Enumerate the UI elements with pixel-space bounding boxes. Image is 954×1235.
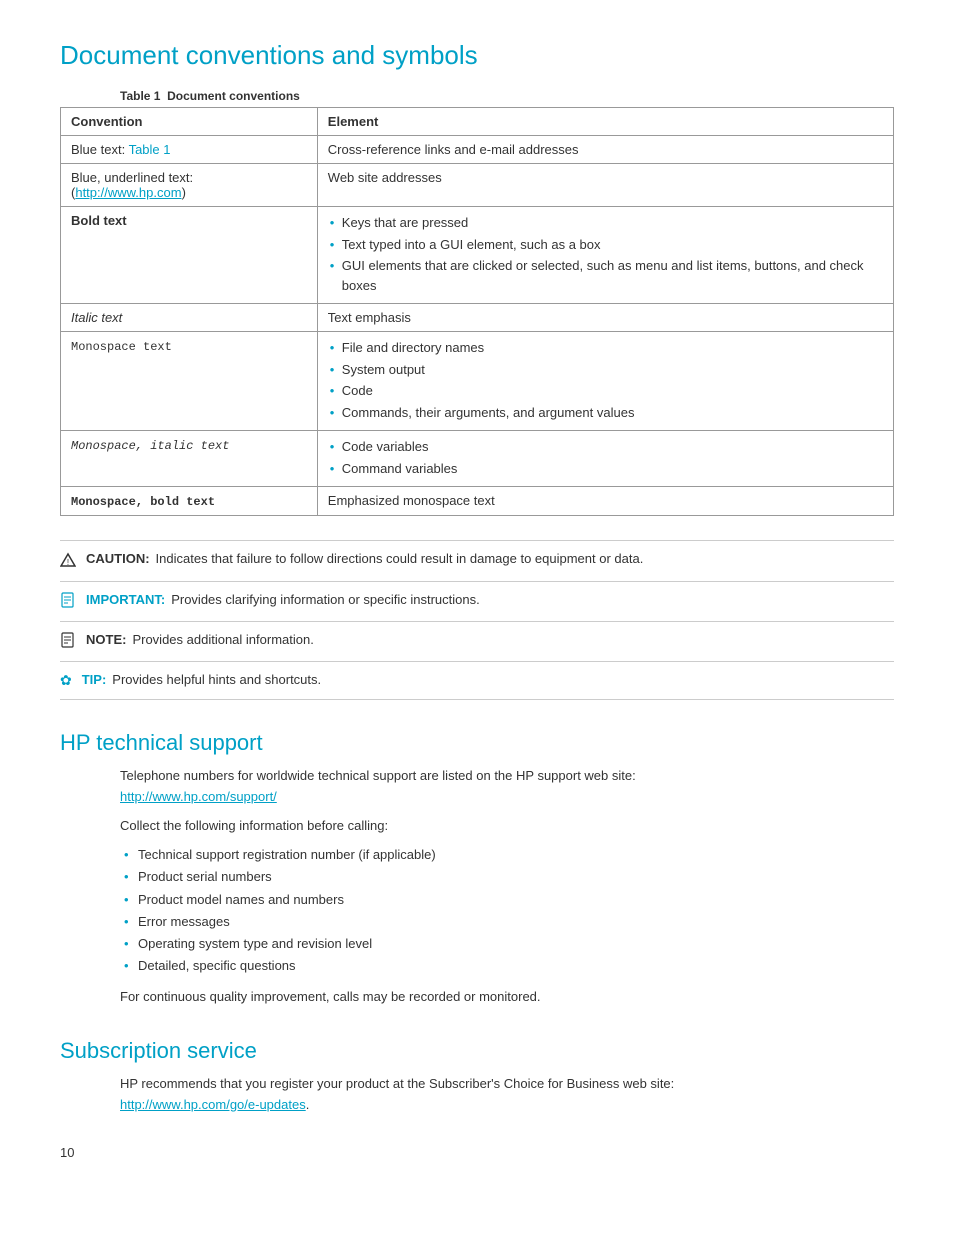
tip-label: TIP: <box>82 672 107 687</box>
caution-label: CAUTION: <box>86 551 150 566</box>
collect-text: Collect the following information before… <box>120 816 894 837</box>
hp-support-intro: Telephone numbers for worldwide technica… <box>120 766 894 808</box>
important-notice: IMPORTANT: Provides clarifying informati… <box>60 581 894 621</box>
quality-text: For continuous quality improvement, call… <box>120 987 894 1008</box>
list-item: File and directory names <box>328 338 883 358</box>
important-icon <box>60 592 76 611</box>
blue-link-table1[interactable]: Table 1 <box>129 142 171 157</box>
support-items-list: Technical support registration number (i… <box>120 844 894 977</box>
list-item: Technical support registration number (i… <box>120 844 894 866</box>
element-bold-list: Keys that are pressed Text typed into a … <box>317 207 893 304</box>
caution-icon: ! <box>60 552 76 571</box>
list-item: Commands, their arguments, and argument … <box>328 403 883 423</box>
subscription-title: Subscription service <box>60 1038 894 1064</box>
note-icon <box>60 632 76 651</box>
hp-support-url[interactable]: http://www.hp.com/support/ <box>120 789 277 804</box>
subscription-body: HP recommends that you register your pro… <box>120 1074 894 1116</box>
page-number: 10 <box>60 1145 894 1160</box>
list-item: Keys that are pressed <box>328 213 883 233</box>
element-text-emphasis: Text emphasis <box>317 304 893 332</box>
list-item: Code variables <box>328 437 883 457</box>
element-web-site: Web site addresses <box>317 164 893 207</box>
table-row: Bold text Keys that are pressed Text typ… <box>61 207 894 304</box>
notices-container: ! CAUTION: Indicates that failure to fol… <box>60 540 894 700</box>
list-item: Error messages <box>120 911 894 933</box>
note-notice: NOTE: Provides additional information. <box>60 621 894 661</box>
convention-monospace-bold: Monospace, bold text <box>61 487 318 516</box>
italic-text-sample: Italic text <box>71 310 122 325</box>
element-monospace-italic-list: Code variables Command variables <box>317 431 893 487</box>
bold-text-sample: Bold text <box>71 213 127 228</box>
convention-blue-underline: Blue, underlined text: (http://www.hp.co… <box>61 164 318 207</box>
triangle-warning-icon: ! <box>60 552 76 568</box>
page-title: Document conventions and symbols <box>60 40 894 71</box>
table-caption-text: Document conventions <box>167 89 300 103</box>
caution-text: Indicates that failure to follow directi… <box>156 551 644 566</box>
hp-support-body: Telephone numbers for worldwide technica… <box>120 766 894 1008</box>
subscription-text: HP recommends that you register your pro… <box>120 1074 894 1116</box>
table-caption-label: Table 1 <box>120 89 160 103</box>
element-cross-reference: Cross-reference links and e-mail address… <box>317 136 893 164</box>
blue-link-hp[interactable]: http://www.hp.com <box>75 185 181 200</box>
important-text: Provides clarifying information or speci… <box>171 592 480 607</box>
monospace-bold-sample: Monospace, bold text <box>71 495 215 509</box>
list-item: Code <box>328 381 883 401</box>
note-text: Provides additional information. <box>132 632 313 647</box>
convention-italic: Italic text <box>61 304 318 332</box>
table-row: Blue text: Table 1 Cross-reference links… <box>61 136 894 164</box>
tip-notice: ✿ TIP: Provides helpful hints and shortc… <box>60 661 894 700</box>
monospace-italic-sample: Monospace, italic text <box>71 439 229 453</box>
table-row: Monospace, italic text Code variables Co… <box>61 431 894 487</box>
caution-notice: ! CAUTION: Indicates that failure to fol… <box>60 540 894 581</box>
convention-monospace: Monospace text <box>61 332 318 431</box>
list-item: Product serial numbers <box>120 866 894 888</box>
table-row: Italic text Text emphasis <box>61 304 894 332</box>
monospace-text-sample: Monospace text <box>71 340 172 354</box>
convention-blue-link: Blue text: Table 1 <box>61 136 318 164</box>
list-item: Operating system type and revision level <box>120 933 894 955</box>
svg-text:!: ! <box>67 558 69 567</box>
table-row: Monospace text File and directory names … <box>61 332 894 431</box>
list-item: Detailed, specific questions <box>120 955 894 977</box>
tip-icon: ✿ <box>60 672 72 689</box>
note-doc-icon <box>60 632 76 648</box>
note-page-icon <box>60 592 76 608</box>
hp-support-title: HP technical support <box>60 730 894 756</box>
col-header-convention: Convention <box>61 108 318 136</box>
note-label: NOTE: <box>86 632 126 647</box>
list-item: Text typed into a GUI element, such as a… <box>328 235 883 255</box>
convention-monospace-italic: Monospace, italic text <box>61 431 318 487</box>
subscription-url[interactable]: http://www.hp.com/go/e-updates <box>120 1097 306 1112</box>
conventions-table: Convention Element Blue text: Table 1 Cr… <box>60 107 894 516</box>
list-item: GUI elements that are clicked or selecte… <box>328 256 883 295</box>
important-label: IMPORTANT: <box>86 592 165 607</box>
tip-text: Provides helpful hints and shortcuts. <box>112 672 321 687</box>
list-item: Product model names and numbers <box>120 889 894 911</box>
element-emphasized-monospace: Emphasized monospace text <box>317 487 893 516</box>
col-header-element: Element <box>317 108 893 136</box>
table-row: Monospace, bold text Emphasized monospac… <box>61 487 894 516</box>
list-item: Command variables <box>328 459 883 479</box>
table-caption: Table 1 Document conventions <box>120 89 894 103</box>
convention-bold: Bold text <box>61 207 318 304</box>
table-row: Blue, underlined text: (http://www.hp.co… <box>61 164 894 207</box>
element-monospace-list: File and directory names System output C… <box>317 332 893 431</box>
list-item: System output <box>328 360 883 380</box>
